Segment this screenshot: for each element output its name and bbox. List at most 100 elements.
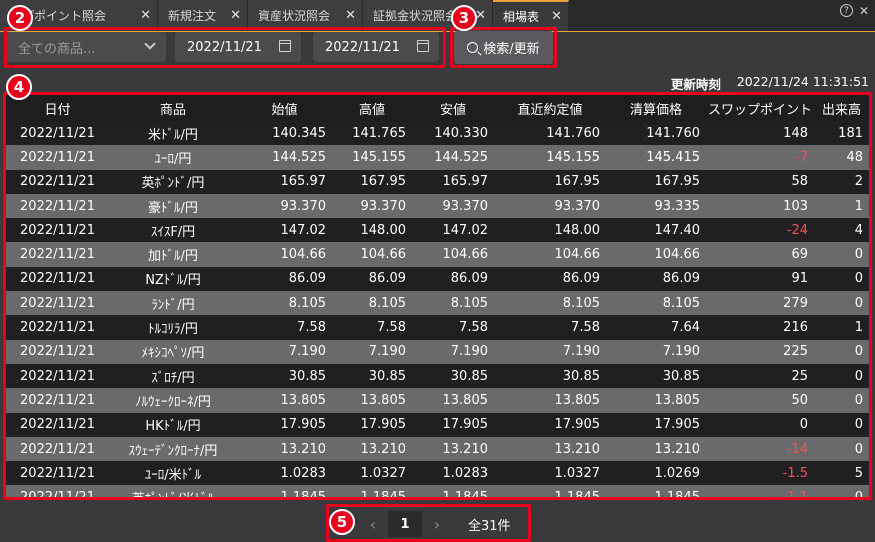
table-cell: 1.0327 (554, 465, 601, 481)
quote-table: 日付 商品 始値 高値 安値 直近約定値 清算価格 スワップポイント 出来高 2022/11/2… (6, 95, 869, 500)
table-cell: 7.58 (377, 320, 406, 336)
search-update-button[interactable]: 検索/更新 (454, 31, 553, 64)
tab-label: 相場表 (503, 10, 540, 24)
column-header[interactable]: 高値 (332, 95, 412, 121)
close-window-icon[interactable]: ✕ (859, 4, 869, 18)
table-cell: -1.1 (782, 490, 808, 500)
close-tab-icon[interactable]: ✕ (140, 8, 151, 23)
table-cell: 7.190 (368, 344, 406, 360)
table-cell: 2 (854, 174, 863, 190)
table-cell: ﾗﾝﾄﾞ/円 (151, 297, 195, 313)
table-cell: 0 (854, 247, 863, 263)
table-cell: 7.58 (297, 320, 326, 336)
calendar-icon[interactable] (417, 40, 429, 52)
table-row[interactable]: 2022/11/21 ｽﾞﾛﾁ/円 30.85 30.85 30.85 30.85 30.8… (6, 363, 869, 389)
table-cell: 58 (791, 174, 808, 190)
table-row[interactable]: 2022/11/21 ﾕｰﾛ/円 144.525 145.155 144.525 145.… (6, 145, 869, 170)
table-cell: 145.155 (546, 149, 600, 165)
table-cell: 86.09 (288, 271, 326, 287)
table-cell: 104.66 (654, 247, 701, 263)
table-cell: 1.0283 (442, 465, 489, 481)
table-cell: 1.1845 (554, 490, 601, 500)
table-row[interactable]: 2022/11/21 ﾗﾝﾄﾞ/円 8.105 8.105 8.105 8.105 8.10… (6, 291, 869, 316)
table-cell: ﾄﾙｺﾘﾗ/円 (148, 322, 198, 338)
next-page-button[interactable]: › (422, 511, 452, 537)
table-cell: 165.97 (442, 174, 489, 190)
column-header[interactable]: 直近約定値 (494, 95, 606, 121)
table-cell: 2022/11/21 (20, 417, 95, 433)
column-header[interactable]: 始値 (237, 95, 332, 121)
date-from-field[interactable]: 2022/11/21 (175, 32, 301, 62)
table-cell: 0 (854, 295, 863, 311)
table-row[interactable]: 2022/11/21 ｽｲｽF/円 147.02 148.00 147.02 148.00… (6, 218, 869, 243)
table-row[interactable]: 2022/11/21 ﾉﾙｳｪｰｸﾛｰﾈ/円 13.805 13.805 13.805 1… (6, 388, 869, 413)
quote-table-container: 日付 商品 始値 高値 安値 直近約定値 清算価格 スワップポイント 出来高 2022/11/2… (3, 92, 872, 500)
table-cell: 13.805 (654, 392, 701, 408)
tab-label: 新規注文 (168, 9, 217, 23)
date-from-value: 2022/11/21 (187, 39, 262, 55)
table-row[interactable]: 2022/11/21 HKﾄﾞﾙ/円 17.905 17.905 17.905 17.90… (6, 412, 869, 437)
table-cell: 1 (854, 320, 863, 336)
table-row[interactable]: 2022/11/21 ﾕｰﾛ/米ﾄﾞﾙ 1.0283 1.0327 1.0283 1.03… (6, 461, 869, 486)
table-cell: 7.64 (671, 320, 700, 336)
table-row[interactable]: 2022/11/21 加ﾄﾞﾙ/円 104.66 104.66 104.66 104.66… (6, 242, 869, 267)
table-cell: 104.66 (360, 247, 407, 263)
table-cell: 2022/11/21 (20, 490, 95, 500)
table-cell: 2022/11/21 (20, 465, 95, 481)
table-cell: 2022/11/21 (20, 149, 95, 165)
column-header[interactable]: 清算価格 (606, 95, 706, 121)
close-tab-icon[interactable]: ✕ (345, 8, 356, 23)
table-cell: 148.00 (554, 222, 601, 238)
table-cell: 17.905 (360, 417, 407, 433)
table-cell: 86.09 (450, 271, 488, 287)
table-row[interactable]: 2022/11/21 ｽｳｪｰﾃﾞﾝｸﾛｰﾅ/円 13.210 13.210 13.21… (6, 436, 869, 462)
close-tab-icon[interactable]: ✕ (551, 9, 562, 24)
table-cell: 2022/11/21 (20, 295, 95, 311)
current-page[interactable]: 1 (388, 511, 422, 537)
column-header[interactable]: 安値 (412, 95, 494, 121)
column-header[interactable]: スワップポイント (706, 95, 814, 121)
table-cell: 25 (791, 368, 808, 384)
table-row[interactable]: 2022/11/21 英ﾎﾟﾝﾄﾞ/円 165.97 167.95 165.97 167.… (6, 169, 869, 194)
update-time-label: 更新時刻 (670, 77, 721, 92)
table-cell: 93.370 (280, 198, 327, 214)
table-cell: 2022/11/21 (20, 174, 95, 190)
table-row[interactable]: 2022/11/21 米ﾄﾞﾙ/円 140.345 141.765 140.330 141… (6, 121, 869, 146)
table-cell: 2022/11/21 (20, 344, 95, 360)
table-cell: 13.805 (280, 392, 327, 408)
table-cell: HKﾄﾞﾙ/円 (145, 419, 201, 435)
table-cell: 181 (838, 125, 863, 141)
column-header[interactable]: 出来高 (814, 95, 869, 121)
tab-label: 証拠金状況照会 (373, 9, 458, 23)
table-cell: 1.1845 (280, 490, 327, 500)
product-select[interactable]: 全ての商品... (7, 32, 166, 62)
column-header[interactable]: 商品 (109, 95, 237, 121)
table-cell: 4 (854, 222, 863, 238)
table-row[interactable]: 2022/11/21 NZﾄﾞﾙ/円 86.09 86.09 86.09 86.09 86.… (6, 266, 869, 292)
table-cell: 144.525 (434, 149, 488, 165)
table-cell: 93.335 (654, 198, 701, 214)
callout-badge-3: 3 (451, 5, 477, 31)
table-cell: 2022/11/21 (20, 125, 95, 141)
table-cell: 147.40 (654, 222, 701, 238)
table-cell: 141.760 (546, 125, 600, 141)
table-cell: 104.66 (280, 247, 327, 263)
table-cell: 148 (783, 125, 808, 141)
table-cell: 104.66 (442, 247, 489, 263)
table-row[interactable]: 2022/11/21 豪ﾄﾞﾙ/円 93.370 93.370 93.370 93.370… (6, 193, 869, 219)
table-cell: 86.09 (368, 271, 406, 287)
calendar-icon[interactable] (279, 40, 291, 52)
prev-page-button[interactable]: ‹ (358, 511, 388, 537)
table-cell: 英ﾎﾟﾝﾄﾞ/円 (141, 176, 205, 192)
product-select-label: 全ての商品... (18, 41, 96, 57)
table-cell: 0 (854, 417, 863, 433)
table-cell: 0 (854, 490, 863, 500)
close-tab-icon[interactable]: ✕ (230, 8, 241, 23)
table-row[interactable]: 2022/11/21 ﾒｷｼｺﾍﾟｿ/円 7.190 7.190 7.190 7.190 7… (6, 339, 869, 364)
table-cell: 13.805 (360, 392, 407, 408)
table-cell: 7.190 (562, 344, 600, 360)
table-row[interactable]: 2022/11/21 英ﾎﾟﾝﾄﾞ/米ﾄﾞﾙ 1.1845 1.1845 1.1845 1… (6, 485, 869, 500)
date-to-field[interactable]: 2022/11/21 (313, 32, 439, 62)
table-row[interactable]: 2022/11/21 ﾄﾙｺﾘﾗ/円 7.58 7.58 7.58 7.58 7.64 216… (6, 315, 869, 340)
help-icon[interactable]: ? (839, 4, 853, 17)
